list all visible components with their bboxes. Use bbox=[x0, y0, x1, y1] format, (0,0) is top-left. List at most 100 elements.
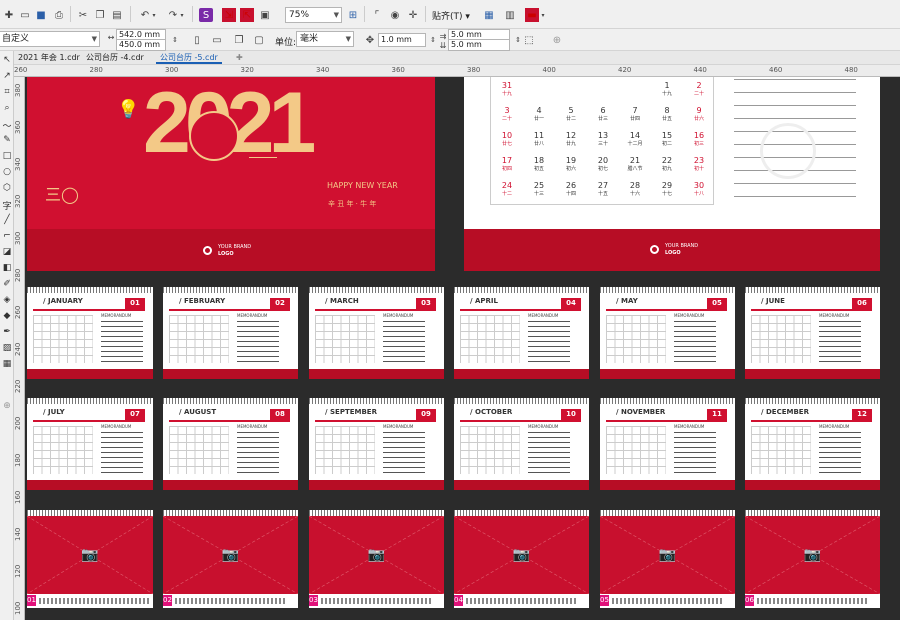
show-grid-icon[interactable]: ◉ bbox=[388, 8, 402, 22]
tab-desk-calendar-4[interactable]: 公司台历 -4.cdr bbox=[82, 52, 148, 64]
show-guidelines-icon[interactable]: ✛ bbox=[406, 8, 420, 22]
vertical-ruler[interactable]: 380 360 340 320 300 280 260 240 220 200 180 160 140 1… bbox=[14, 77, 25, 620]
month-number-badge: 06 bbox=[852, 298, 872, 309]
redo-dropdown-icon[interactable]: ▾ bbox=[178, 8, 186, 22]
month-page-08[interactable]: / AUGUST 08 MEMORANDUM bbox=[163, 398, 298, 490]
show-rulers-icon[interactable]: ⌜ bbox=[370, 8, 384, 22]
add-icon[interactable]: ⊕ bbox=[550, 33, 564, 47]
landscape-icon[interactable]: ▭ bbox=[210, 33, 224, 47]
zoom-tool-icon[interactable]: ⌕ bbox=[1, 103, 13, 115]
lunar-date: 初五 bbox=[533, 166, 544, 172]
undo-dropdown-icon[interactable]: ▾ bbox=[150, 8, 158, 22]
page-height-field[interactable]: 450.0 mm bbox=[116, 39, 166, 51]
month-page-06[interactable]: / JUNE 06 MEMORANDUM bbox=[745, 287, 880, 379]
outline-pen-icon[interactable]: ✒ bbox=[1, 327, 13, 339]
print-icon[interactable]: ⎙ bbox=[52, 8, 66, 22]
portrait-icon[interactable]: ▯ bbox=[190, 33, 204, 47]
month-page-07[interactable]: / JULY 07 MEMORANDUM bbox=[27, 398, 153, 490]
month-page-04[interactable]: / APRIL 04 MEMORANDUM bbox=[454, 287, 589, 379]
day-number: 28 bbox=[629, 181, 641, 190]
month-number-badge: 11 bbox=[707, 409, 727, 420]
copy-icon[interactable]: ❐ bbox=[93, 8, 107, 22]
lunar-date: 初四 bbox=[501, 166, 512, 172]
month-page-11[interactable]: / NOVEMBER 11 MEMORANDUM bbox=[600, 398, 735, 490]
publish-pdf-icon[interactable]: ▣ bbox=[258, 8, 272, 22]
rectangle-tool-icon[interactable]: □ bbox=[1, 151, 13, 163]
photo-page-01[interactable]: 📷 01 bbox=[27, 510, 153, 608]
cut-icon[interactable]: ✂ bbox=[76, 8, 90, 22]
launch-icon[interactable]: ▬ bbox=[525, 8, 539, 22]
month-title: / APRIL bbox=[470, 297, 498, 305]
photo-page-03[interactable]: 📷 03 bbox=[309, 510, 444, 608]
all-pages-icon[interactable]: ❐ bbox=[232, 33, 246, 47]
export-icon[interactable]: ⇱ bbox=[240, 8, 254, 22]
parallel-dimension-icon[interactable]: ╱ bbox=[1, 215, 13, 227]
lunar-date: 初九 bbox=[661, 166, 672, 172]
photo-page-02[interactable]: 📷 02 bbox=[163, 510, 298, 608]
month-page-12[interactable]: / DECEMBER 12 MEMORANDUM bbox=[745, 398, 880, 490]
add-tool-icon[interactable]: ⊕ bbox=[1, 401, 13, 413]
dimension-stepper-icon[interactable]: ⇕ bbox=[168, 33, 182, 47]
search-content-icon[interactable]: S bbox=[199, 8, 213, 22]
red-divider bbox=[460, 309, 581, 311]
calendar-month-page[interactable]: 1 十九 2 二十 3 二十 4 廿一 5 廿二 6 廿三 7 廿四 8 廿五 9 廿六 10 廿七 11 廿八 12 廿九 1… bbox=[464, 77, 880, 271]
month-page-05[interactable]: / MAY 05 MEMORANDUM bbox=[600, 287, 735, 379]
open-icon[interactable]: ▭ bbox=[18, 8, 32, 22]
smart-fill-icon[interactable]: ◆ bbox=[1, 311, 13, 323]
ruler-tick-label: 300 bbox=[165, 66, 179, 74]
options-icon[interactable]: ▦ bbox=[482, 8, 496, 22]
calendar-cover-page[interactable]: 2021 💡 三◯ HAPPY NEW YEAR 辛 丑 年 · 牛 年 YOU… bbox=[27, 77, 435, 271]
save-icon[interactable]: ■ bbox=[34, 8, 48, 22]
month-page-02[interactable]: / FEBRUARY 02 MEMORANDUM bbox=[163, 287, 298, 379]
zoom-level-select[interactable]: 75% ▼ bbox=[285, 7, 342, 23]
full-screen-preview-icon[interactable]: ⊞ bbox=[346, 8, 360, 22]
paste-icon[interactable]: ▤ bbox=[110, 8, 124, 22]
fill-icon[interactable]: ▨ bbox=[1, 343, 13, 355]
artistic-media-icon[interactable]: ✎ bbox=[1, 135, 13, 147]
day-number: 29 bbox=[661, 181, 673, 190]
tab-2021-annual[interactable]: 2021 年会 1.cdr bbox=[14, 52, 84, 64]
duplicate-distance-y-field[interactable]: 5.0 mm bbox=[448, 39, 510, 51]
mesh-fill-icon[interactable]: ▦ bbox=[1, 359, 13, 371]
property-bar: 自定义 ▼ ↔ 542.0 mm 450.0 mm ⇕ ▯ ▭ ❐ ▢ 单位: 毫… bbox=[0, 29, 900, 51]
nudge-distance-field[interactable]: 1.0 mm bbox=[378, 33, 426, 47]
drop-shadow-icon[interactable]: ◪ bbox=[1, 247, 13, 259]
ox-watermark-icon bbox=[760, 123, 816, 179]
calendar-day: 5 廿二 bbox=[555, 106, 587, 122]
new-tab-icon[interactable]: ✚ bbox=[232, 52, 247, 64]
tab-desk-calendar-5[interactable]: 公司台历 -5.cdr bbox=[156, 52, 222, 64]
red-divider bbox=[606, 309, 727, 311]
eyedropper-icon[interactable]: ✐ bbox=[1, 279, 13, 291]
photo-page-04[interactable]: 📷 04 bbox=[454, 510, 589, 608]
shape-tool-icon[interactable]: ↗ bbox=[1, 71, 13, 83]
month-page-03[interactable]: / MARCH 03 MEMORANDUM bbox=[309, 287, 444, 379]
units-select[interactable]: 毫米 ▼ bbox=[296, 31, 354, 47]
transparency-icon[interactable]: ◧ bbox=[1, 263, 13, 275]
photo-page-05[interactable]: 📷 05 bbox=[600, 510, 735, 608]
application-launcher-icon[interactable]: ▥ bbox=[503, 8, 517, 22]
month-page-09[interactable]: / SEPTEMBER 09 MEMORANDUM bbox=[309, 398, 444, 490]
text-tool-icon[interactable]: 字 bbox=[1, 199, 13, 212]
day-number: 11 bbox=[533, 131, 545, 140]
horizontal-ruler[interactable]: 260280300320340360380400420440460480500 bbox=[14, 65, 900, 77]
connector-tool-icon[interactable]: ⌐ bbox=[1, 231, 13, 243]
month-number-badge: 03 bbox=[309, 595, 318, 606]
month-page-01[interactable]: / JANUARY 01 MEMORANDUM bbox=[27, 287, 153, 379]
ellipse-tool-icon[interactable]: ○ bbox=[1, 167, 13, 179]
photo-page-06[interactable]: 📷 06 bbox=[745, 510, 880, 608]
month-page-10[interactable]: / OCTOBER 10 MEMORANDUM bbox=[454, 398, 589, 490]
interactive-fill-icon[interactable]: ◈ bbox=[1, 295, 13, 307]
import-icon[interactable]: ⇲ bbox=[222, 8, 236, 22]
crop-tool-icon[interactable]: ⌗ bbox=[1, 87, 13, 99]
current-page-icon[interactable]: ▢ bbox=[252, 33, 266, 47]
pick-tool-icon[interactable]: ↖ bbox=[1, 55, 13, 67]
treat-as-filled-icon[interactable]: ⬚ bbox=[522, 33, 536, 47]
new-document-icon[interactable]: ✚ bbox=[2, 8, 16, 22]
snap-to-menu[interactable]: 贴齐(T) ▾ bbox=[432, 9, 470, 22]
polygon-tool-icon[interactable]: ⬡ bbox=[1, 183, 13, 195]
day-number: 21 bbox=[629, 156, 641, 165]
page-preset-select[interactable]: 自定义 ▼ bbox=[0, 31, 100, 47]
day-number: 30 bbox=[693, 181, 705, 190]
freehand-tool-icon[interactable]: 〜 bbox=[1, 119, 13, 132]
launch-dropdown-icon[interactable]: ▾ bbox=[539, 8, 547, 22]
